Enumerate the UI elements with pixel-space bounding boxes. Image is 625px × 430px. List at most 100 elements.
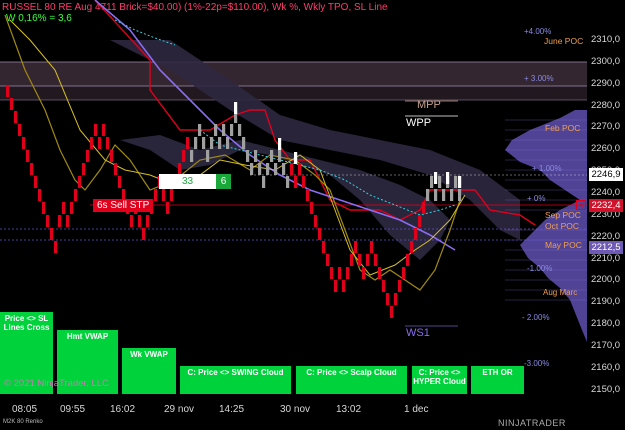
instrument-label: M2K 80 Renko [3, 419, 43, 425]
renko-brick [106, 137, 110, 149]
renko-brick-highlight [458, 176, 462, 188]
price-tick: 2180,0 [591, 318, 621, 330]
renko-brick [386, 293, 390, 305]
price-tick: 2160,0 [591, 361, 621, 373]
counter-box-green: 6 [216, 174, 231, 189]
renko-brick [370, 241, 374, 253]
renko-brick [18, 124, 22, 136]
renko-brick [82, 163, 86, 175]
renko-brick [198, 124, 202, 136]
renko-brick [186, 137, 190, 149]
renko-brick [326, 254, 330, 266]
renko-brick [162, 189, 166, 201]
renko-brick [214, 124, 218, 136]
renko-brick [170, 189, 174, 201]
price-marker: 2246,9 [589, 168, 623, 181]
status-footer: M2K 80 Renko NINJATRADER [0, 418, 625, 430]
renko-brick [118, 176, 122, 188]
renko-brick [378, 267, 382, 279]
price-swing-cloud-button[interactable]: C: Price <> SWING Cloud [180, 366, 291, 394]
renko-brick [294, 176, 298, 188]
poc-label: Aug Marc [543, 288, 578, 297]
renko-brick [94, 124, 98, 136]
renko-brick [302, 176, 306, 188]
wk-vwap-button[interactable]: Wk VWAP [122, 348, 176, 394]
price-tick: 2240,0 [591, 186, 621, 198]
renko-brick [230, 124, 234, 136]
renko-brick [390, 306, 394, 318]
time-tick: 1 dec [404, 404, 429, 415]
renko-brick [342, 280, 346, 292]
price-tick: 2270,0 [591, 121, 621, 133]
poc-label: May POC [545, 240, 582, 250]
renko-brick [350, 254, 354, 266]
renko-brick [334, 280, 338, 292]
renko-brick [250, 163, 254, 175]
time-tick: 29 nov [164, 404, 195, 415]
renko-brick [6, 85, 10, 97]
renko-brick [190, 150, 194, 162]
renko-brick [382, 280, 386, 292]
time-axis[interactable]: 08:05 09:55 16:02 29 nov 14:25 30 nov 13… [0, 400, 625, 418]
time-tick: 14:25 [219, 404, 245, 415]
renko-brick [358, 254, 362, 266]
renko-brick [46, 215, 50, 227]
pct-label: - 2.00% [522, 313, 550, 322]
renko-brick [78, 176, 82, 188]
renko-brick [26, 150, 30, 162]
renko-brick [282, 163, 286, 175]
renko-brick [394, 293, 398, 305]
renko-brick [246, 150, 250, 162]
renko-brick [154, 189, 158, 201]
resistance-zone-lower [0, 86, 587, 100]
renko-brick [102, 124, 106, 136]
price-tick: 2290,0 [591, 77, 621, 89]
time-tick: 16:02 [110, 404, 136, 415]
renko-brick [262, 176, 266, 188]
price-hyper-cloud-button[interactable]: C: Price <> HYPER Cloud [412, 366, 467, 394]
ws1-label: WS1 [406, 327, 430, 339]
renko-brick [254, 150, 258, 162]
renko-brick [202, 137, 206, 149]
renko-brick [58, 215, 62, 227]
renko-brick [222, 124, 226, 136]
renko-brick [318, 228, 322, 240]
renko-brick-highlight [434, 172, 438, 184]
pct-label: +4.00% [524, 27, 552, 36]
price-tick: 2280,0 [591, 99, 621, 111]
renko-brick [30, 163, 34, 175]
price-tick: 2210,0 [591, 252, 621, 264]
copyright-text: © 2021 NinjaTrader, LLC [4, 378, 109, 389]
renko-brick [34, 176, 38, 188]
price-tick: 2170,0 [591, 339, 621, 351]
renko-brick [306, 189, 310, 201]
renko-brick [346, 267, 350, 279]
renko-brick-highlight [294, 152, 298, 164]
renko-brick [62, 202, 66, 214]
renko-brick [270, 150, 274, 162]
renko-brick [86, 150, 90, 162]
renko-brick-highlight [234, 102, 238, 114]
renko-brick [426, 189, 430, 201]
renko-brick [74, 189, 78, 201]
renko-brick [406, 254, 410, 266]
renko-brick [438, 176, 442, 188]
eth-or-button[interactable]: ETH OR [471, 366, 524, 394]
poc-label: Feb POC [545, 123, 581, 133]
renko-brick [242, 137, 246, 149]
renko-brick [90, 137, 94, 149]
chart-area[interactable]: RUSSEL 80 RE Aug 4711 Brick=$40.00) (1%-… [0, 0, 587, 400]
price-tick: 2200,0 [591, 274, 621, 286]
price-scalp-cloud-button[interactable]: C: Price <> Scalp Cloud [296, 366, 407, 394]
renko-brick [458, 189, 462, 201]
mpp-label: MPP [417, 99, 441, 111]
poc-label: Oct POC [545, 221, 580, 231]
renko-brick [398, 280, 402, 292]
renko-brick [10, 98, 14, 110]
time-tick: 08:05 [12, 404, 38, 415]
renko-brick [362, 267, 366, 279]
brand-logo: NINJATRADER [498, 418, 566, 428]
renko-brick [418, 215, 422, 227]
close-icon[interactable]: × [576, 200, 586, 210]
renko-brick [414, 228, 418, 240]
